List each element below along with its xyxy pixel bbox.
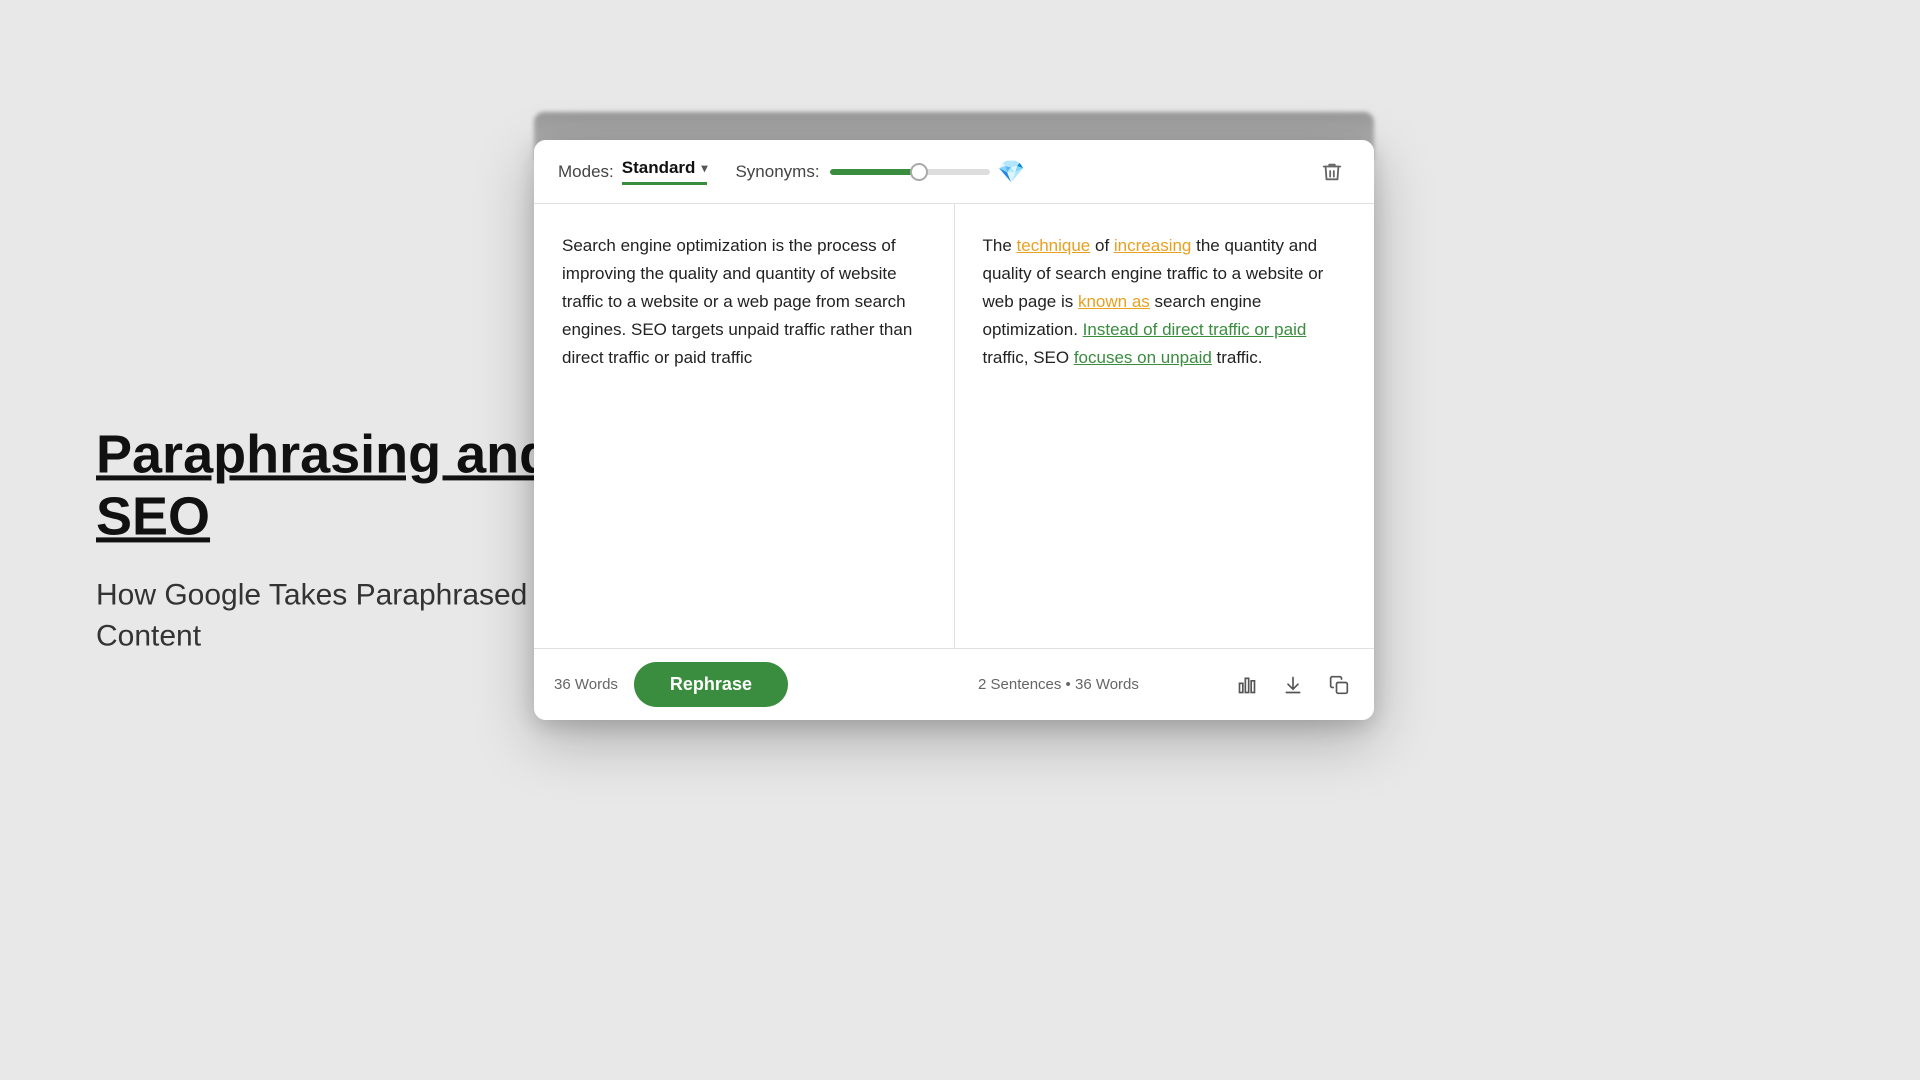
chart-icon[interactable] <box>1232 670 1262 700</box>
page-title: Paraphrasing and SEO <box>96 423 566 547</box>
copy-icon[interactable] <box>1324 670 1354 700</box>
output-text: The technique of increasing the quantity… <box>983 232 1347 372</box>
modes-value: Standard <box>622 158 696 178</box>
modes-label: Modes: <box>558 162 614 182</box>
input-text-content: Search engine optimization is the proces… <box>562 236 912 367</box>
input-text: Search engine optimization is the proces… <box>562 232 926 372</box>
content-area: Search engine optimization is the proces… <box>534 204 1374 648</box>
synonyms-slider[interactable]: 💎 <box>830 159 1072 185</box>
chevron-down-icon: ▾ <box>701 161 707 175</box>
delete-button[interactable] <box>1314 154 1350 190</box>
card-inner: Modes: Standard ▾ Synonyms: 💎 <box>534 140 1374 720</box>
slider-track <box>830 169 990 175</box>
output-icons <box>1232 670 1354 700</box>
diamond-icon: 💎 <box>998 159 1025 185</box>
synonyms-label: Synonyms: <box>735 162 819 182</box>
rephrase-button[interactable]: Rephrase <box>634 662 788 707</box>
bottom-bar: 36 Words Rephrase 2 Sentences • 36 Words <box>534 648 1374 720</box>
slider-thumb <box>910 163 928 181</box>
trash-icon <box>1321 161 1343 183</box>
input-pane[interactable]: Search engine optimization is the proces… <box>534 204 955 648</box>
left-panel: Paraphrasing and SEO How Google Takes Pa… <box>96 423 566 656</box>
toolbar: Modes: Standard ▾ Synonyms: 💎 <box>534 140 1374 204</box>
output-sentences: 2 Sentences • 36 Words <box>978 676 1139 693</box>
left-bottom: 36 Words Rephrase <box>554 662 954 707</box>
paraphrase-card: Modes: Standard ▾ Synonyms: 💎 <box>534 140 1374 720</box>
output-pane: The technique of increasing the quantity… <box>955 204 1375 648</box>
input-word-count: 36 Words <box>554 676 618 693</box>
modes-dropdown[interactable]: Standard ▾ <box>622 158 708 185</box>
page-subtitle: How Google Takes Paraphrased Content <box>96 576 566 657</box>
right-bottom: 2 Sentences • 36 Words <box>954 670 1354 700</box>
download-icon[interactable] <box>1278 670 1308 700</box>
